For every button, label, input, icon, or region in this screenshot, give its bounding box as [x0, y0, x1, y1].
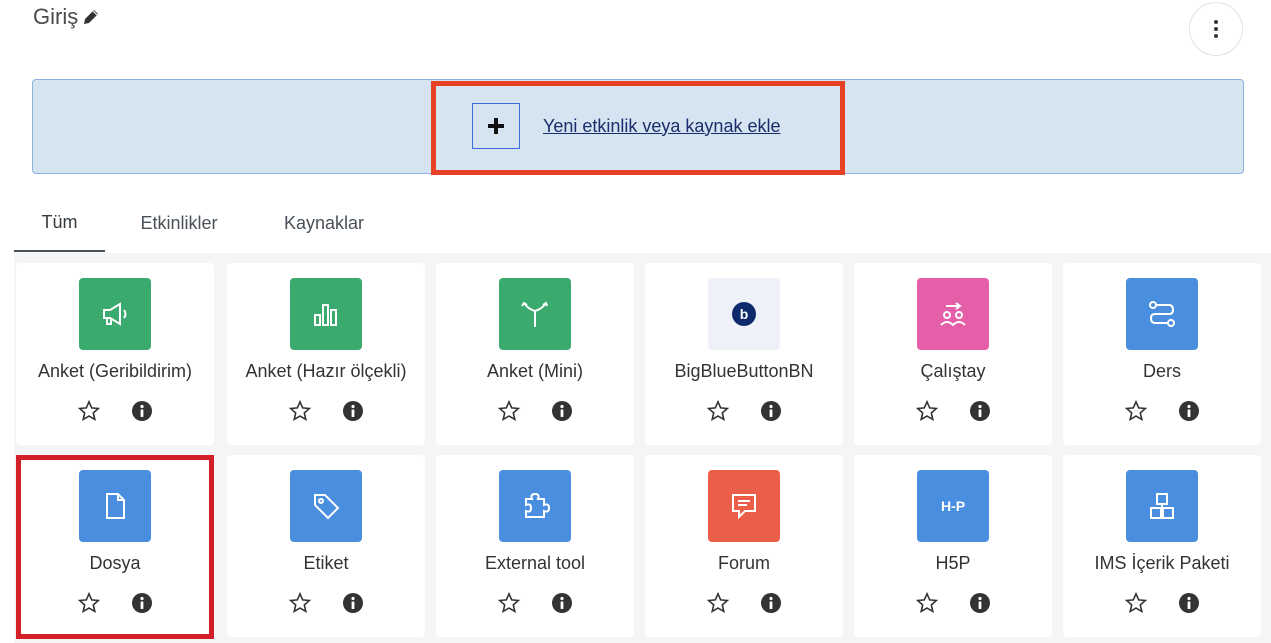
info-icon[interactable]: [969, 592, 991, 614]
module-actions: [854, 591, 1052, 615]
module-actions: [227, 591, 425, 615]
section-title-text: Giriş: [33, 4, 79, 29]
workshop-icon[interactable]: [917, 278, 989, 350]
forum-icon[interactable]: [708, 470, 780, 542]
module-label[interactable]: Forum: [645, 553, 843, 574]
module-card-anket-geribildirim[interactable]: Anket (Geribildirim): [16, 263, 214, 445]
info-icon[interactable]: [760, 592, 782, 614]
module-card-etiket[interactable]: Etiket: [227, 455, 425, 637]
module-label[interactable]: Etiket: [227, 553, 425, 574]
highlight-frame: [431, 81, 845, 175]
puzzle-icon[interactable]: [499, 470, 571, 542]
h5p-icon[interactable]: H-P: [917, 470, 989, 542]
star-icon[interactable]: [706, 399, 730, 423]
module-label[interactable]: Anket (Geribildirim): [16, 361, 214, 382]
module-label[interactable]: H5P: [854, 553, 1052, 574]
info-icon[interactable]: [1178, 592, 1200, 614]
info-icon[interactable]: [969, 400, 991, 422]
info-icon[interactable]: [551, 400, 573, 422]
module-label[interactable]: IMS İçerik Paketi: [1063, 553, 1261, 574]
star-icon[interactable]: [915, 591, 939, 615]
star-icon[interactable]: [288, 591, 312, 615]
star-icon[interactable]: [1124, 399, 1148, 423]
module-actions: [227, 399, 425, 423]
star-icon[interactable]: [497, 399, 521, 423]
module-card-anket-mini[interactable]: Anket (Mini): [436, 263, 634, 445]
module-actions: [1063, 591, 1261, 615]
module-actions: [1063, 399, 1261, 423]
module-card-anket-haz-r-l-ekli[interactable]: Anket (Hazır ölçekli): [227, 263, 425, 445]
tab-all[interactable]: Tüm: [14, 195, 105, 252]
module-label[interactable]: Anket (Hazır ölçekli): [227, 361, 425, 382]
info-icon[interactable]: [551, 592, 573, 614]
svg-text:H-P: H-P: [941, 498, 965, 514]
star-icon[interactable]: [706, 591, 730, 615]
star-icon[interactable]: [288, 399, 312, 423]
section-menu-button[interactable]: [1189, 2, 1243, 56]
megaphone-icon[interactable]: [79, 278, 151, 350]
tab-activities[interactable]: Etkinlikler: [119, 195, 239, 252]
info-icon[interactable]: [342, 592, 364, 614]
star-icon[interactable]: [1124, 591, 1148, 615]
star-icon[interactable]: [77, 399, 101, 423]
module-label[interactable]: Anket (Mini): [436, 361, 634, 382]
info-icon[interactable]: [1178, 400, 1200, 422]
module-card-bigbluebuttonbn[interactable]: b BigBlueButtonBN: [645, 263, 843, 445]
pencil-icon[interactable]: [81, 7, 101, 27]
package-icon[interactable]: [1126, 470, 1198, 542]
bar-chart-icon[interactable]: [290, 278, 362, 350]
module-card-ims-i-erik-paketi[interactable]: IMS İçerik Paketi: [1063, 455, 1261, 637]
info-icon[interactable]: [342, 400, 364, 422]
module-card-h5p[interactable]: H-P H5P: [854, 455, 1052, 637]
module-label[interactable]: Çalıştay: [854, 361, 1052, 382]
module-label[interactable]: Ders: [1063, 361, 1261, 382]
star-icon[interactable]: [497, 591, 521, 615]
module-actions: [16, 399, 214, 423]
module-actions: [645, 591, 843, 615]
tab-resources[interactable]: Kaynaklar: [269, 195, 379, 252]
signpost-icon[interactable]: [499, 278, 571, 350]
tag-icon[interactable]: [290, 470, 362, 542]
module-actions: [436, 591, 634, 615]
star-icon[interactable]: [915, 399, 939, 423]
highlight-frame: [16, 455, 214, 639]
module-actions: [436, 399, 634, 423]
module-label[interactable]: External tool: [436, 553, 634, 574]
lesson-icon[interactable]: [1126, 278, 1198, 350]
svg-text:b: b: [740, 306, 749, 322]
module-card-forum[interactable]: Forum: [645, 455, 843, 637]
kebab-icon: [1214, 20, 1218, 38]
module-card-al-tay[interactable]: Çalıştay: [854, 263, 1052, 445]
module-card-ders[interactable]: Ders: [1063, 263, 1261, 445]
module-tabs: Tüm Etkinlikler Kaynaklar: [14, 195, 1264, 254]
section-title: Giriş: [33, 4, 101, 30]
module-label[interactable]: BigBlueButtonBN: [645, 361, 843, 382]
info-icon[interactable]: [131, 400, 153, 422]
module-actions: [645, 399, 843, 423]
info-icon[interactable]: [760, 400, 782, 422]
module-actions: [854, 399, 1052, 423]
bigbluebutton-icon[interactable]: b: [708, 278, 780, 350]
module-card-external-tool[interactable]: External tool: [436, 455, 634, 637]
